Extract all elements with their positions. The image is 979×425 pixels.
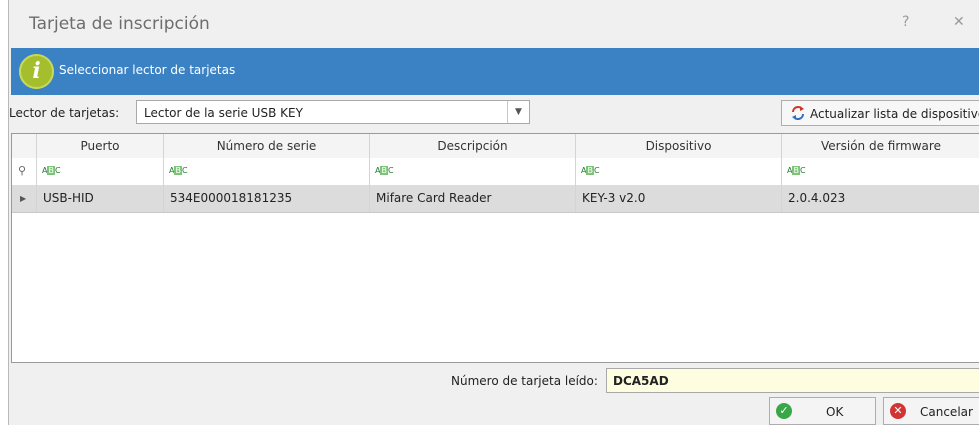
cell-firmware[interactable]: 2.0.4.023 <box>782 185 979 212</box>
filter-cell-firmware[interactable]: ABC <box>782 158 979 185</box>
filter-cell-device[interactable]: ABC <box>576 158 782 185</box>
card-number-field[interactable]: DCA5AD <box>606 368 979 393</box>
table-row[interactable]: ▶ USB-HID 534E000018181235 Mifare Card R… <box>12 185 979 213</box>
banner-text: Seleccionar lector de tarjetas <box>59 63 236 77</box>
cell-device[interactable]: KEY-3 v2.0 <box>576 185 782 212</box>
info-banner: i Seleccionar lector de tarjetas <box>11 48 979 95</box>
column-header-firmware[interactable]: Versión de firmware <box>782 134 979 158</box>
row-indicator[interactable]: ▶ <box>12 185 37 212</box>
card-number-value: DCA5AD <box>613 374 669 388</box>
abc-filter-icon: ABC <box>42 166 61 175</box>
close-button[interactable]: ✕ <box>953 14 965 30</box>
card-number-label: Número de tarjeta leído: <box>451 374 598 388</box>
grid-header: Puerto Número de serie Descripción Dispo… <box>12 134 979 159</box>
abc-filter-icon: ABC <box>787 166 806 175</box>
reader-selected-value: Lector de la serie USB KEY <box>144 106 303 120</box>
cancel-label: Cancelar <box>920 405 973 419</box>
column-header-description[interactable]: Descripción <box>370 134 576 158</box>
abc-filter-icon: ABC <box>375 166 394 175</box>
info-icon: i <box>19 54 54 89</box>
reader-select[interactable]: Lector de la serie USB KEY ▼ <box>136 100 530 124</box>
filter-indicator: ⚲ <box>12 158 37 185</box>
check-icon: ✓ <box>776 403 792 419</box>
filter-cell-port[interactable]: ABC <box>37 158 164 185</box>
indicator-header <box>12 134 37 158</box>
row-arrow-icon: ▶ <box>20 194 27 203</box>
column-header-serial[interactable]: Número de serie <box>164 134 370 158</box>
ok-label: OK <box>826 405 844 419</box>
ok-button[interactable]: ✓ OK <box>769 397 876 425</box>
cancel-icon: ✕ <box>890 403 906 419</box>
filter-cell-serial[interactable]: ABC <box>164 158 370 185</box>
abc-filter-icon: ABC <box>581 166 600 175</box>
cell-port[interactable]: USB-HID <box>37 185 164 212</box>
column-header-port[interactable]: Puerto <box>37 134 164 158</box>
enrollment-dialog: Tarjeta de inscripción ? ✕ i Seleccionar… <box>8 0 979 425</box>
column-header-device[interactable]: Dispositivo <box>576 134 782 158</box>
filter-row: ⚲ ABC ABC ABC ABC ABC <box>12 158 979 187</box>
cell-serial[interactable]: 534E000018181235 <box>164 185 370 212</box>
pin-icon: ⚲ <box>18 164 27 177</box>
help-button[interactable]: ? <box>902 14 909 30</box>
refresh-devices-button[interactable]: Actualizar lista de dispositivos <box>781 100 979 126</box>
filter-cell-description[interactable]: ABC <box>370 158 576 185</box>
cell-description[interactable]: Mifare Card Reader <box>370 185 576 212</box>
refresh-icon <box>792 106 804 120</box>
title-bar: Tarjeta de inscripción ? ✕ <box>9 0 979 48</box>
abc-filter-icon: ABC <box>169 166 188 175</box>
window-title: Tarjeta de inscripción <box>29 14 210 34</box>
cancel-button[interactable]: ✕ Cancelar <box>883 397 979 425</box>
device-grid: Puerto Número de serie Descripción Dispo… <box>11 133 979 363</box>
chevron-down-icon[interactable]: ▼ <box>507 101 529 123</box>
refresh-devices-label: Actualizar lista de dispositivos <box>810 107 979 121</box>
reader-label: Lector de tarjetas: <box>9 106 120 120</box>
